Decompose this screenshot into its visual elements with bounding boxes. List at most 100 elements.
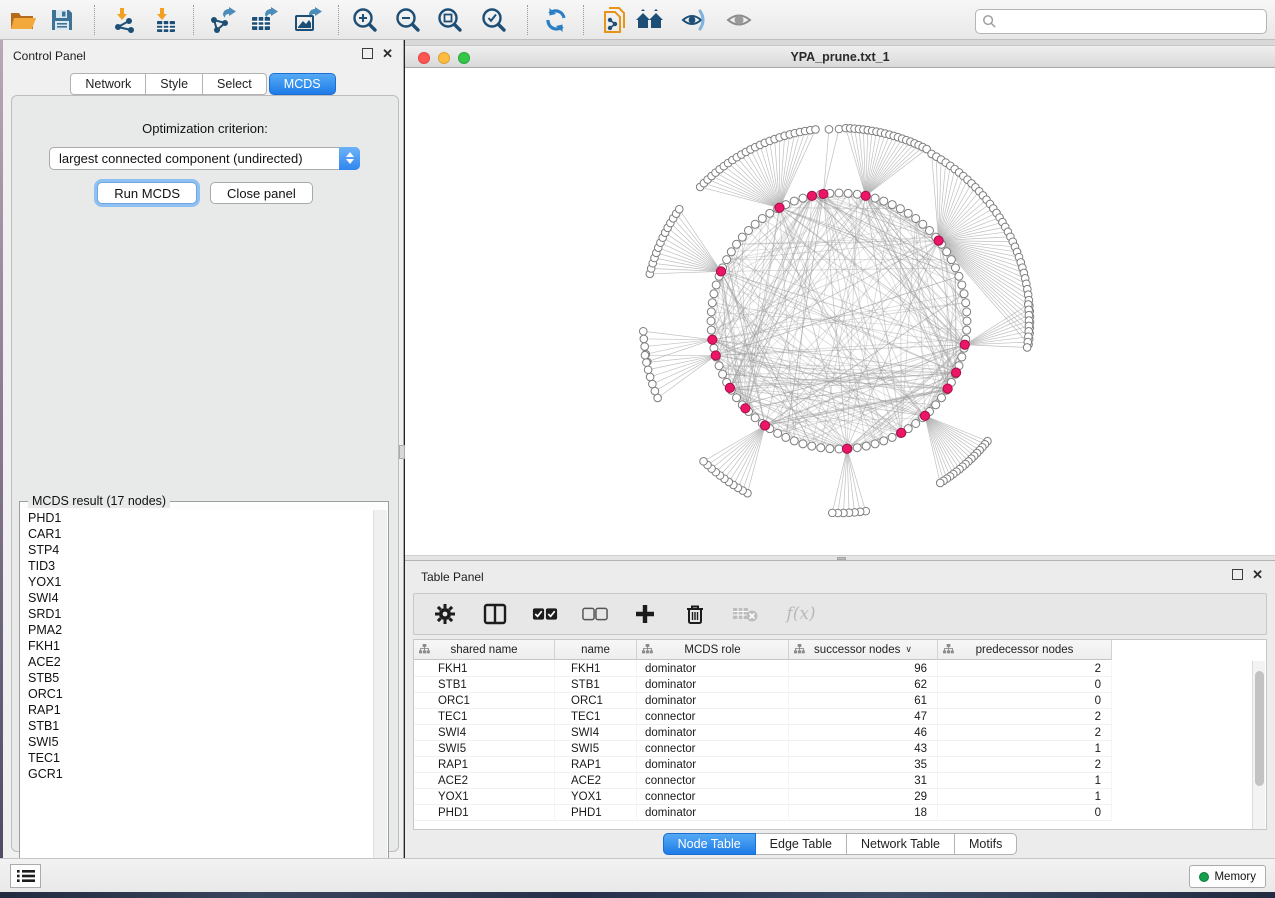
table-row[interactable]: FKH1FKH1dominator962 — [414, 661, 1112, 677]
close-panel-icon[interactable]: ✕ — [382, 48, 393, 59]
mcds-result-list[interactable]: PHD1CAR1STP4TID3YOX1SWI4SRD1PMA2FKH1ACE2… — [21, 510, 373, 871]
export-image-icon — [294, 7, 322, 33]
control-panel: Control Panel ✕ NetworkStyleSelectMCDS O… — [3, 40, 404, 858]
mcds-result-item[interactable]: PHD1 — [21, 510, 373, 526]
export-table-button[interactable] — [247, 4, 281, 36]
mcds-result-item[interactable]: SWI5 — [21, 734, 373, 750]
tab-style[interactable]: Style — [145, 73, 203, 95]
column-header-shared-name[interactable]: shared name — [414, 640, 555, 660]
optimization-criterion-label: Optimization criterion: — [12, 121, 398, 136]
table-row[interactable]: SWI4SWI4dominator462 — [414, 725, 1112, 741]
columns-icon — [483, 603, 507, 625]
mcds-result-item[interactable]: RAP1 — [21, 702, 373, 718]
home-button[interactable] — [633, 4, 667, 36]
table-cell: 2 — [938, 757, 1112, 773]
mcds-result-item[interactable]: PMA2 — [21, 622, 373, 638]
memory-button[interactable]: Memory — [1189, 865, 1266, 888]
table-row[interactable]: TEC1TEC1connector472 — [414, 709, 1112, 725]
tab-node-table[interactable]: Node Table — [663, 833, 756, 855]
column-header-successor-nodes[interactable]: successor nodes∨ — [789, 640, 938, 660]
table-cell: SWI4 — [555, 725, 637, 741]
mcds-result-item[interactable]: ORC1 — [21, 686, 373, 702]
export-network-icon — [209, 7, 237, 33]
tab-edge-table[interactable]: Edge Table — [755, 833, 847, 855]
table-cell: ORC1 — [555, 693, 637, 709]
mcds-result-item[interactable]: STB1 — [21, 718, 373, 734]
network-document-icon — [601, 6, 627, 34]
zoom-selected-button[interactable] — [477, 4, 511, 36]
export-image-button[interactable] — [291, 4, 325, 36]
run-mcds-button[interactable]: Run MCDS — [97, 182, 197, 204]
import-network-button[interactable] — [108, 4, 142, 36]
network-window-titlebar[interactable]: YPA_prune.txt_1 — [405, 45, 1275, 68]
mcds-result-item[interactable]: CAR1 — [21, 526, 373, 542]
toolbar-separator — [527, 5, 528, 35]
mcds-result-item[interactable]: STP4 — [21, 542, 373, 558]
table-toolbar: f(x) — [413, 593, 1267, 635]
table-settings-button[interactable] — [432, 601, 458, 627]
select-all-columns-button[interactable] — [532, 601, 558, 627]
close-table-panel-icon[interactable]: ✕ — [1252, 569, 1263, 580]
mcds-result-item[interactable]: TID3 — [21, 558, 373, 574]
table-scrollbar[interactable] — [1252, 661, 1265, 830]
table-row[interactable]: STB1STB1dominator620 — [414, 677, 1112, 693]
add-column-button[interactable] — [632, 601, 658, 627]
network-document-button[interactable] — [597, 4, 631, 36]
float-table-panel-icon[interactable] — [1232, 569, 1243, 580]
table-row[interactable]: YOX1YOX1connector291 — [414, 789, 1112, 805]
table-cell: dominator — [637, 661, 789, 677]
status-bar: Memory — [0, 858, 1275, 892]
birdseye-view-button[interactable] — [722, 4, 756, 36]
export-network-button[interactable] — [206, 4, 240, 36]
zoom-in-icon — [352, 7, 378, 33]
mcds-result-item[interactable]: TEC1 — [21, 750, 373, 766]
table-cell: RAP1 — [414, 757, 555, 773]
zoom-in-button[interactable] — [348, 4, 382, 36]
toolbar-separator — [583, 5, 584, 35]
column-header-name[interactable]: name — [555, 640, 637, 660]
refresh-button[interactable] — [539, 4, 573, 36]
import-table-button[interactable] — [148, 4, 182, 36]
mcds-result-title: MCDS result (17 nodes) — [28, 494, 170, 508]
mcds-list-scrollbar[interactable] — [373, 510, 387, 871]
refresh-icon — [543, 7, 569, 33]
network-canvas[interactable] — [405, 68, 1275, 555]
mcds-result-item[interactable]: GCR1 — [21, 766, 373, 782]
open-folder-icon — [10, 9, 36, 31]
mcds-result-item[interactable]: YOX1 — [21, 574, 373, 590]
show-panel-list-button[interactable] — [10, 864, 41, 888]
criterion-select[interactable]: largest connected component (undirected) — [49, 147, 360, 170]
tab-mcds[interactable]: MCDS — [269, 73, 336, 95]
table-row[interactable]: PHD1PHD1dominator180 — [414, 805, 1112, 821]
mcds-result-item[interactable]: SWI4 — [21, 590, 373, 606]
tab-network[interactable]: Network — [70, 73, 146, 95]
vertical-splitter-grip[interactable] — [399, 445, 405, 459]
table-row[interactable]: ORC1ORC1dominator610 — [414, 693, 1112, 709]
tab-motifs[interactable]: Motifs — [954, 833, 1017, 855]
unchecked-boxes-icon — [582, 607, 608, 621]
unselect-all-columns-button[interactable] — [582, 601, 608, 627]
float-panel-icon[interactable] — [362, 48, 373, 59]
mcds-result-item[interactable]: FKH1 — [21, 638, 373, 654]
open-file-button[interactable] — [6, 4, 40, 36]
table-scrollbar-thumb[interactable] — [1255, 671, 1264, 786]
zoom-out-button[interactable] — [391, 4, 425, 36]
hide-details-button[interactable] — [677, 4, 711, 36]
table-cell: connector — [637, 709, 789, 725]
delete-column-button[interactable] — [682, 601, 708, 627]
table-row[interactable]: ACE2ACE2connector311 — [414, 773, 1112, 789]
tab-network-table[interactable]: Network Table — [846, 833, 955, 855]
table-row[interactable]: RAP1RAP1dominator352 — [414, 757, 1112, 773]
search-input[interactable] — [997, 15, 1260, 29]
column-layout-button[interactable] — [482, 601, 508, 627]
close-panel-button[interactable]: Close panel — [210, 182, 313, 204]
zoom-fit-button[interactable] — [433, 4, 467, 36]
column-header-MCDS-role[interactable]: MCDS role — [637, 640, 789, 660]
save-session-button[interactable] — [45, 4, 79, 36]
column-header-predecessor-nodes[interactable]: predecessor nodes — [938, 640, 1112, 660]
tab-select[interactable]: Select — [202, 73, 267, 95]
mcds-result-item[interactable]: ACE2 — [21, 654, 373, 670]
mcds-result-item[interactable]: STB5 — [21, 670, 373, 686]
table-row[interactable]: SWI5SWI5connector431 — [414, 741, 1112, 757]
mcds-result-item[interactable]: SRD1 — [21, 606, 373, 622]
